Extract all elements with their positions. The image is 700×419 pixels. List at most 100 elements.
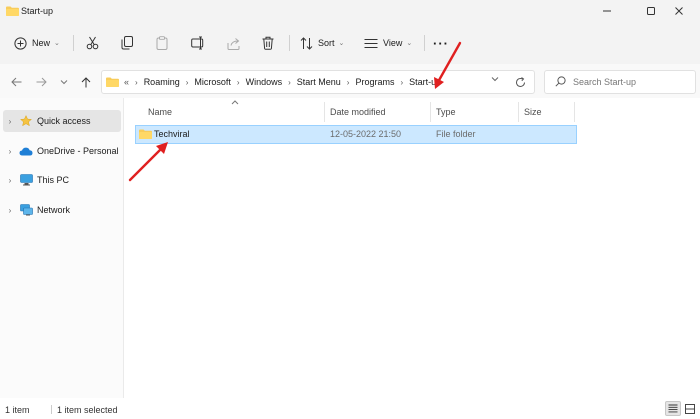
column-header-size[interactable]: Size <box>524 98 542 126</box>
more-options-button[interactable]: ··· <box>433 32 449 54</box>
view-label: View <box>383 38 403 48</box>
cut-button[interactable] <box>86 32 99 54</box>
expand-chevron-icon[interactable]: › <box>3 206 17 215</box>
column-divider[interactable] <box>324 102 325 122</box>
item-count: 1 item <box>5 405 30 415</box>
sidebar-item-label: This PC <box>37 175 70 185</box>
refresh-button[interactable] <box>515 74 526 91</box>
column-header-label: Date modified <box>330 107 386 117</box>
recent-locations-button[interactable] <box>56 74 72 90</box>
sidebar-item-label: Network <box>37 205 71 215</box>
cloud-icon <box>17 147 35 156</box>
tiles-view-button[interactable] <box>682 401 698 416</box>
delete-button[interactable] <box>262 32 274 54</box>
copy-button[interactable] <box>121 32 133 54</box>
sort-icon <box>300 36 313 50</box>
new-label: New <box>32 38 51 48</box>
share-icon <box>227 37 240 50</box>
expand-chevron-icon[interactable]: › <box>3 117 17 126</box>
close-button[interactable] <box>656 0 700 22</box>
paste-icon <box>156 36 168 50</box>
expand-chevron-icon[interactable]: › <box>3 147 17 156</box>
breadcrumb-item[interactable]: Start Menu <box>297 77 341 87</box>
address-row: « › Roaming › Microsoft › Windows › Star… <box>0 64 700 98</box>
breadcrumb-overflow[interactable]: « <box>124 77 129 87</box>
search-input[interactable] <box>573 75 691 89</box>
forward-button[interactable] <box>33 74 49 90</box>
breadcrumb-item[interactable]: Programs <box>355 77 394 87</box>
column-header-label: Size <box>524 107 542 117</box>
sort-button[interactable]: Sort ⌄ <box>300 32 344 54</box>
column-header-label: Name <box>148 107 173 117</box>
rename-button[interactable] <box>191 32 206 54</box>
file-list: Name Date modified Type Size Techviral 1… <box>125 98 700 398</box>
share-button[interactable] <box>227 32 240 54</box>
expand-chevron-icon[interactable]: › <box>3 176 17 185</box>
breadcrumb-item[interactable]: Roaming <box>144 77 180 87</box>
sort-label: Sort <box>318 38 335 48</box>
sidebar-item-quick-access[interactable]: › Quick access <box>3 110 121 132</box>
up-button[interactable] <box>78 74 94 90</box>
search-box[interactable] <box>544 70 696 94</box>
breadcrumb-item-current[interactable]: Start-up <box>409 77 441 87</box>
breadcrumb: « › Roaming › Microsoft › Windows › Star… <box>106 71 441 93</box>
star-icon <box>17 115 35 127</box>
chevron-right-icon: › <box>236 77 240 87</box>
toolbar-divider <box>289 35 290 51</box>
column-header-date[interactable]: Date modified <box>330 98 386 126</box>
rename-icon <box>191 36 204 50</box>
column-header-type[interactable]: Type <box>436 98 456 126</box>
title-bar: Start-up <box>0 0 700 22</box>
paste-button[interactable] <box>156 32 168 54</box>
status-divider <box>51 405 52 414</box>
cut-icon <box>86 36 99 50</box>
copy-icon <box>121 36 133 50</box>
back-button[interactable] <box>8 74 24 90</box>
chevron-right-icon: › <box>288 77 291 87</box>
chevron-right-icon: › <box>185 77 189 87</box>
minimize-icon <box>603 10 611 12</box>
breadcrumb-item[interactable]: Microsoft <box>194 77 231 87</box>
file-type: File folder <box>436 129 476 139</box>
folder-icon <box>106 77 119 87</box>
address-bar[interactable]: « › Roaming › Microsoft › Windows › Star… <box>101 70 535 94</box>
chevron-down-icon <box>491 77 499 82</box>
command-bar: New ⌄ Sort ⌄ View ⌄ ··· <box>0 22 700 64</box>
sort-ascending-icon <box>231 98 239 107</box>
tiles-view-icon <box>685 403 695 414</box>
sidebar-item-label: Quick access <box>37 116 91 126</box>
toolbar-divider <box>73 35 74 51</box>
selection-count: 1 item selected <box>57 405 118 415</box>
file-date-modified: 12-05-2022 21:50 <box>330 129 402 139</box>
arrow-left-icon <box>10 77 21 87</box>
column-header-name[interactable]: Name <box>148 98 172 126</box>
column-divider[interactable] <box>574 102 575 122</box>
chevron-down-icon: ⌄ <box>338 40 345 47</box>
folder-icon <box>139 129 152 141</box>
breadcrumb-item[interactable]: Windows <box>246 77 283 87</box>
chevron-down-icon: ⌄ <box>54 40 60 47</box>
maximize-icon <box>647 7 655 15</box>
refresh-icon <box>516 77 525 87</box>
chevron-down-icon <box>60 80 68 85</box>
close-icon <box>675 7 683 15</box>
file-name: Techviral <box>154 129 190 139</box>
window-title: Start-up <box>21 6 54 16</box>
minimize-button[interactable] <box>584 0 630 22</box>
table-row[interactable]: Techviral 12-05-2022 21:50 File folder <box>135 125 577 144</box>
network-icon <box>17 204 35 216</box>
details-view-icon <box>668 404 678 413</box>
new-button[interactable]: New ⌄ <box>14 32 60 54</box>
address-dropdown-button[interactable] <box>491 76 499 84</box>
column-divider[interactable] <box>430 102 431 122</box>
details-view-button[interactable] <box>665 401 681 416</box>
sidebar-item-onedrive[interactable]: › OneDrive - Personal <box>3 140 121 162</box>
column-divider[interactable] <box>518 102 519 122</box>
sidebar-item-this-pc[interactable]: › This PC <box>3 169 121 191</box>
view-button[interactable]: View ⌄ <box>364 32 412 54</box>
chevron-right-icon: › <box>135 77 138 87</box>
sidebar-item-network[interactable]: › Network <box>3 199 121 221</box>
delete-icon <box>262 36 274 50</box>
chevron-right-icon: › <box>346 77 350 87</box>
arrow-right-icon <box>36 77 47 87</box>
